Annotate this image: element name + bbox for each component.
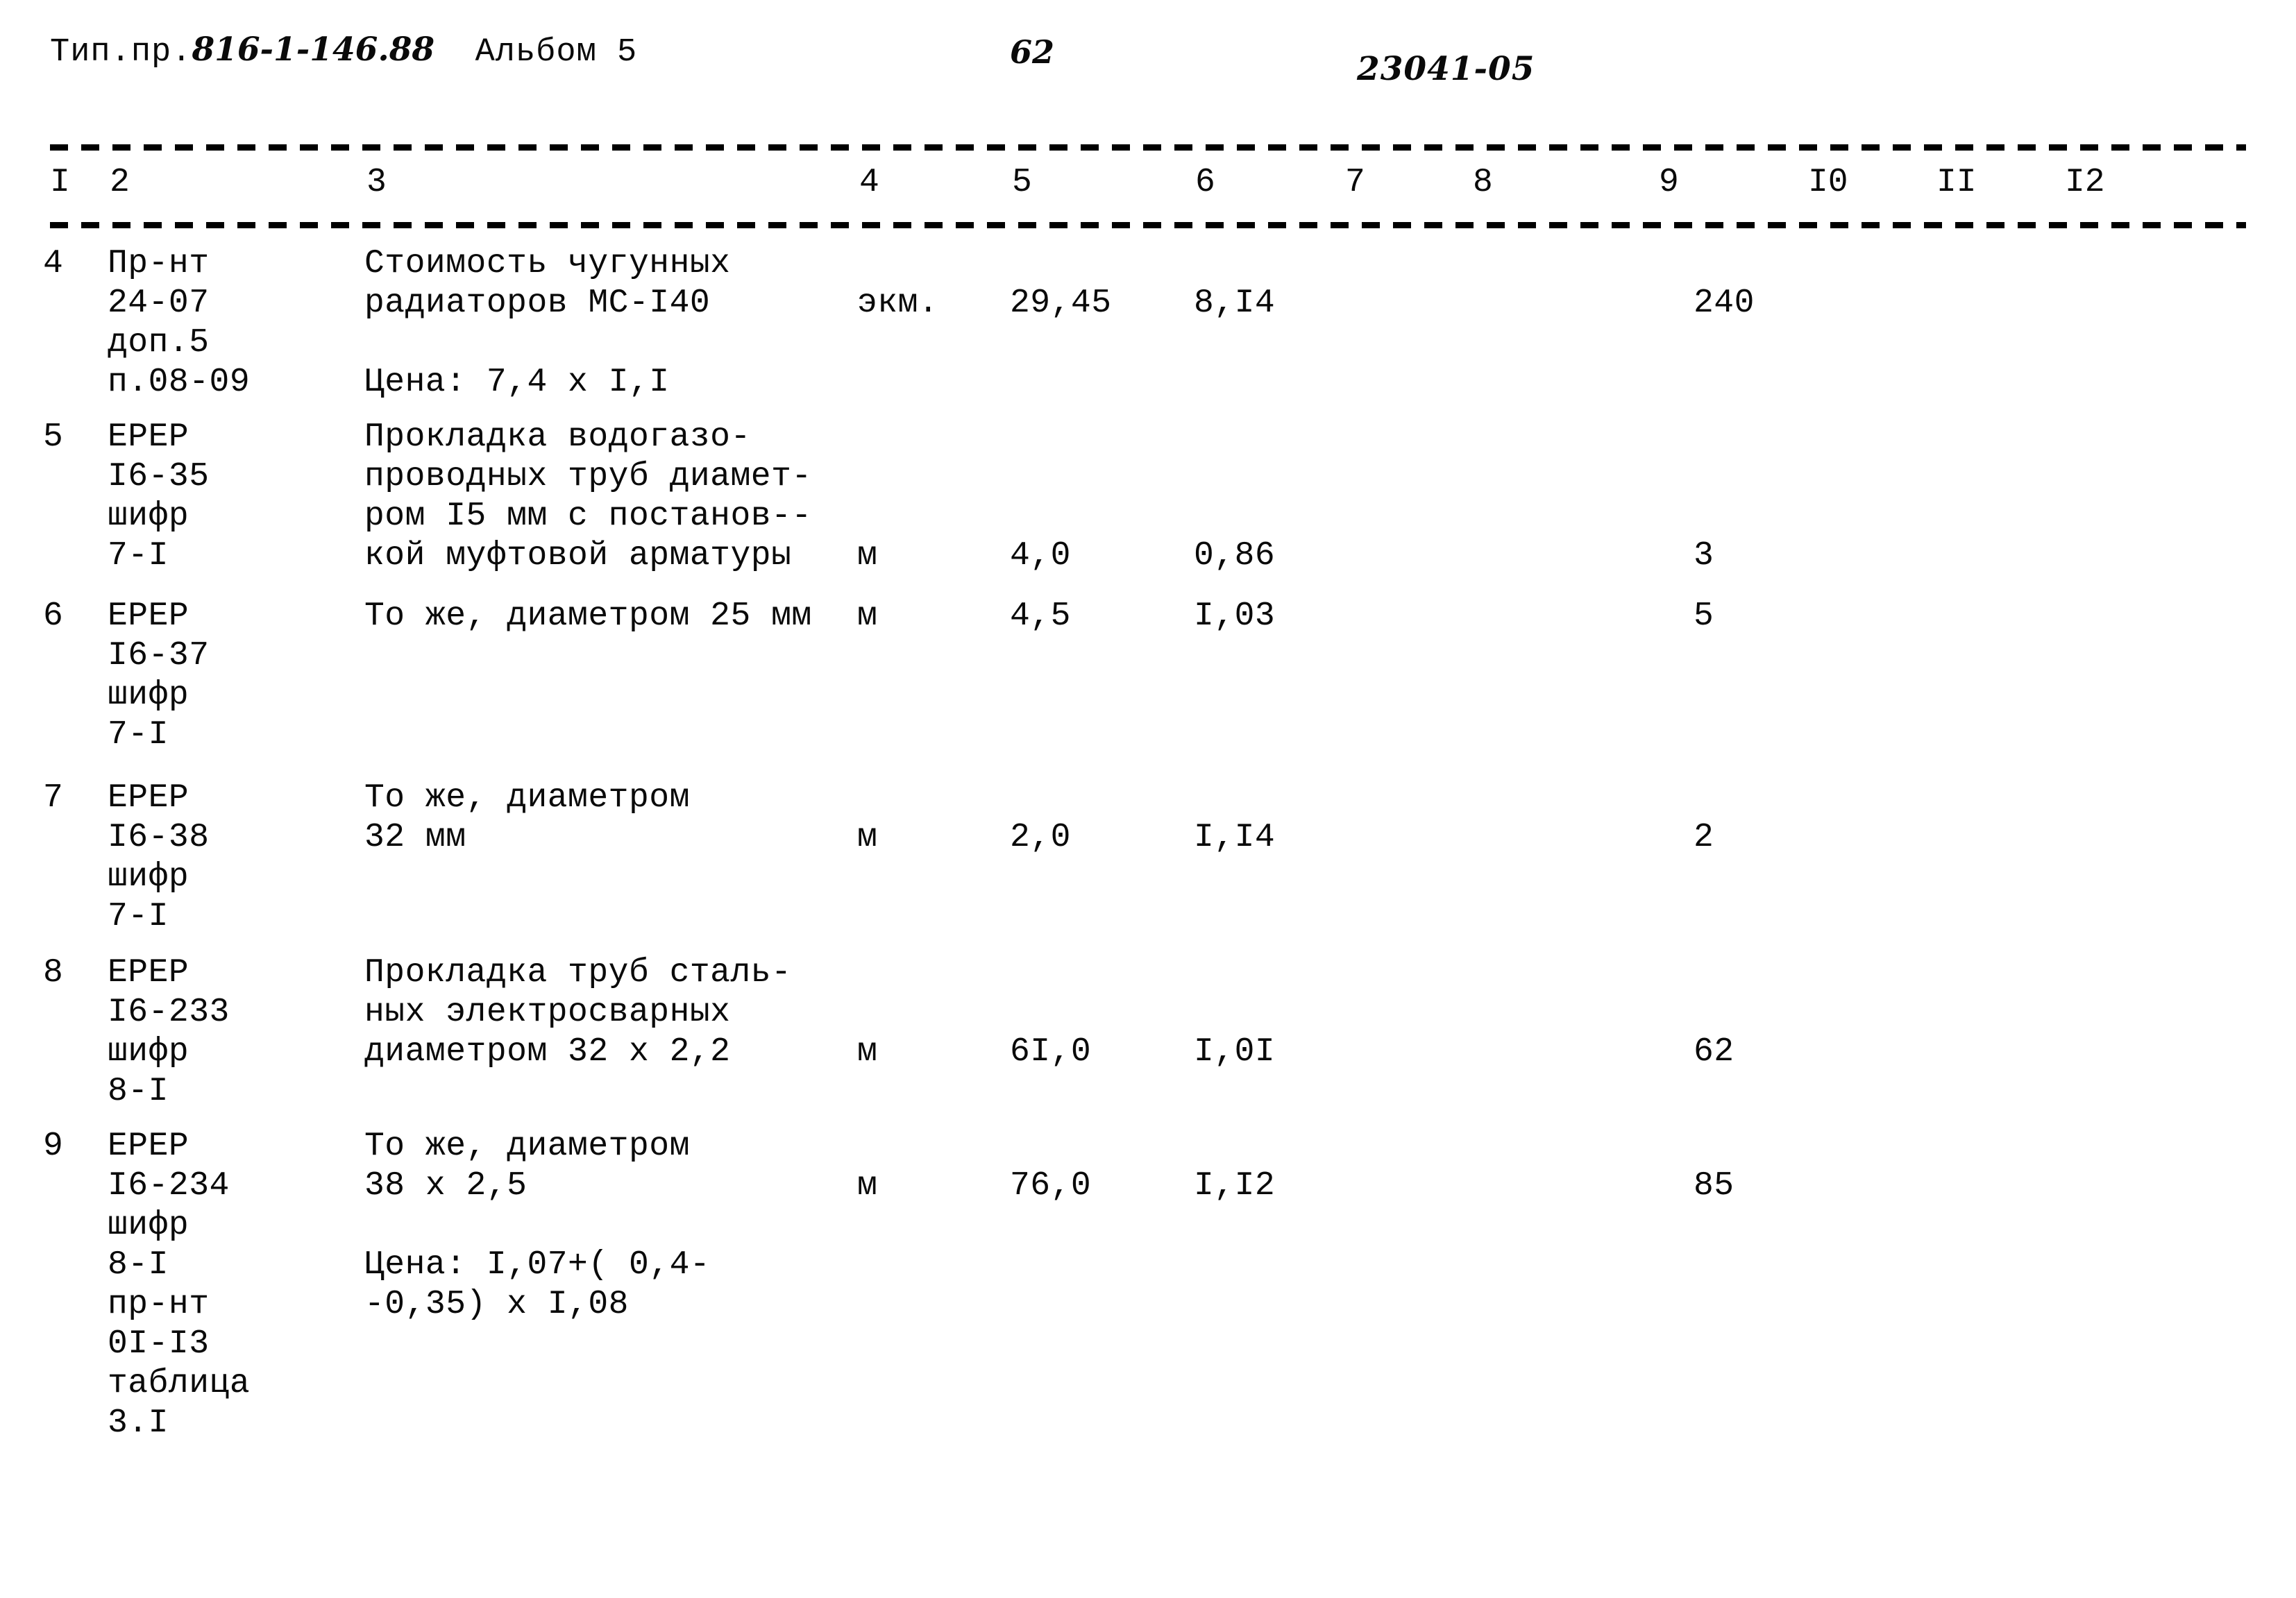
column-number-4: 4	[859, 164, 879, 201]
row-quantity-cell: 29,45	[1010, 284, 1112, 322]
column-number-8: 8	[1473, 164, 1493, 201]
row-number-cell: 8	[43, 954, 64, 992]
row-code-cell: Пр-нт 24-07 доп.5 п.08-09	[108, 245, 251, 401]
row-number-cell: 7	[43, 779, 64, 817]
row-quantity-cell: 4,5	[1010, 597, 1071, 635]
document-reference: Тип.пр.816-1-146.88 Альбом 5	[50, 31, 637, 71]
row-description-cell: Прокладка водогазо- проводных труб диаме…	[364, 418, 812, 575]
column-number-row: I 2 3 4 5 6 7 8 9 I0 II I2	[0, 164, 2296, 212]
row-description-cell: То же, диаметром 32 мм	[364, 779, 690, 856]
column-number-3: 3	[366, 164, 387, 201]
row-col9-cell: 2	[1694, 819, 1714, 856]
table-top-rule	[50, 144, 2246, 151]
row-unit-cell: м	[857, 819, 878, 856]
column-number-2: 2	[110, 164, 130, 201]
row-price-cell: I,0I	[1194, 1033, 1276, 1071]
column-number-11: II	[1936, 164, 1977, 201]
row-number-cell: 4	[43, 245, 64, 282]
row-quantity-cell: 4,0	[1010, 537, 1071, 575]
column-number-9: 9	[1659, 164, 1679, 201]
row-description-cell: Прокладка труб сталь- ных электросварных…	[364, 954, 792, 1071]
row-col9-cell: 5	[1694, 597, 1714, 635]
row-unit-cell: м	[857, 1167, 878, 1205]
row-quantity-cell: 2,0	[1010, 819, 1071, 856]
row-code-cell: ЕРЕР I6-38 шифр 7-I	[108, 779, 210, 935]
column-number-12: I2	[2065, 164, 2105, 201]
row-price-cell: I,I4	[1194, 819, 1276, 856]
column-number-10: I0	[1808, 164, 1848, 201]
row-number-cell: 6	[43, 597, 64, 635]
row-number-cell: 9	[43, 1128, 64, 1165]
row-col9-cell: 240	[1694, 284, 1755, 322]
row-number-cell: 5	[43, 418, 64, 456]
row-col9-cell: 62	[1694, 1033, 1734, 1071]
row-unit-cell: м	[857, 537, 878, 575]
row-quantity-cell: 6I,0	[1010, 1033, 1092, 1071]
column-number-1: I	[50, 164, 70, 201]
document-label: Тип.пр.	[50, 34, 192, 71]
row-price-cell: 8,I4	[1194, 284, 1276, 322]
row-code-cell: ЕРЕР I6-35 шифр 7-I	[108, 418, 210, 575]
row-col9-cell: 85	[1694, 1167, 1734, 1205]
row-description-cell: То же, диаметром 38 х 2,5 Цена: I,07+( 0…	[364, 1128, 711, 1323]
document-code: 23041-05	[1357, 50, 1535, 88]
row-unit-cell: экм.	[857, 284, 939, 322]
column-number-6: 6	[1195, 164, 1215, 201]
row-col9-cell: 3	[1694, 537, 1714, 575]
row-quantity-cell: 76,0	[1010, 1167, 1092, 1205]
row-description-cell: То же, диаметром 25 мм	[364, 597, 812, 635]
row-price-cell: 0,86	[1194, 537, 1276, 575]
document-number: 816-1-146.88	[192, 31, 435, 69]
column-number-7: 7	[1345, 164, 1365, 201]
column-number-5: 5	[1012, 164, 1032, 201]
table-header-rule	[50, 222, 2246, 228]
row-code-cell: ЕРЕР I6-234 шифр 8-I пр-нт 0I-I3 таблица…	[108, 1128, 251, 1442]
album-label: Альбом 5	[475, 34, 638, 71]
row-code-cell: ЕРЕР I6-37 шифр 7-I	[108, 597, 210, 754]
row-description-cell: Стоимость чугунных радиаторов МС-I40 Цен…	[364, 245, 731, 401]
row-unit-cell: м	[857, 597, 878, 635]
row-price-cell: I,I2	[1194, 1167, 1276, 1205]
page-header: Тип.пр.816-1-146.88 Альбом 5 62 23041-05	[0, 31, 2296, 107]
page-number: 62	[1010, 33, 1055, 71]
row-price-cell: I,03	[1194, 597, 1276, 635]
row-code-cell: ЕРЕР I6-233 шифр 8-I	[108, 954, 230, 1110]
row-unit-cell: м	[857, 1033, 878, 1071]
